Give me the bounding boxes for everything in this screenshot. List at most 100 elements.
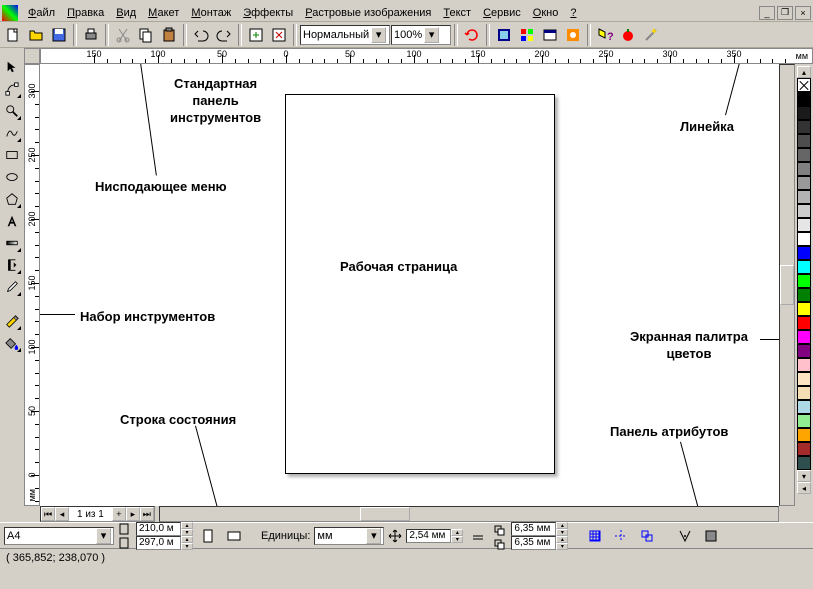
dup-y-input[interactable] — [511, 536, 556, 550]
treat-as-filled-button[interactable] — [700, 525, 722, 547]
palette-flyout-button[interactable]: ◂ — [797, 482, 811, 494]
corel-button[interactable] — [562, 24, 584, 46]
open-button[interactable] — [25, 24, 47, 46]
menu-монтаж[interactable]: Монтаж — [185, 5, 237, 21]
color-swatch[interactable] — [797, 260, 811, 274]
color-swatch[interactable] — [797, 400, 811, 414]
save-button[interactable] — [48, 24, 70, 46]
canvas[interactable]: Стандартная панель инструментов Нисподаю… — [40, 64, 779, 506]
launcher-button[interactable] — [516, 24, 538, 46]
color-swatch[interactable] — [797, 106, 811, 120]
menu-файл[interactable]: Файл — [22, 5, 61, 21]
nudge-set-button[interactable] — [467, 525, 489, 547]
color-swatch[interactable] — [797, 372, 811, 386]
color-swatch[interactable] — [797, 218, 811, 232]
color-swatch[interactable] — [797, 176, 811, 190]
color-swatch[interactable] — [797, 414, 811, 428]
outline-tool[interactable] — [1, 310, 23, 332]
paste-button[interactable] — [158, 24, 180, 46]
vertical-scrollbar[interactable] — [779, 64, 795, 506]
next-page-button[interactable]: ▸ — [126, 507, 140, 521]
menu-окно[interactable]: Окно — [527, 5, 565, 21]
first-page-button[interactable]: ⏮ — [41, 507, 55, 521]
no-color-swatch[interactable] — [797, 78, 811, 92]
freehand-tool[interactable] — [1, 122, 23, 144]
color-swatch[interactable] — [797, 162, 811, 176]
cut-button[interactable] — [112, 24, 134, 46]
horizontal-scrollbar[interactable] — [159, 506, 779, 522]
page-width-input[interactable] — [136, 522, 181, 536]
color-swatch[interactable] — [797, 92, 811, 106]
restore-button[interactable]: ❐ — [777, 6, 793, 20]
view-mode-combo[interactable]: Нормальный▾ — [300, 25, 390, 45]
redo-button[interactable] — [213, 24, 235, 46]
landscape-button[interactable] — [223, 525, 245, 547]
color-swatch[interactable] — [797, 386, 811, 400]
color-swatch[interactable] — [797, 134, 811, 148]
menu-растровые изображения[interactable]: Растровые изображения — [299, 5, 437, 21]
horizontal-ruler[interactable]: мм15010050050100150200250300350 — [40, 48, 813, 64]
export-button[interactable] — [268, 24, 290, 46]
color-swatch[interactable] — [797, 190, 811, 204]
menu-?[interactable]: ? — [564, 5, 582, 21]
copy-button[interactable] — [135, 24, 157, 46]
vertical-ruler[interactable]: мм300250200150100500 — [24, 64, 40, 506]
last-page-button[interactable]: ⏭ — [140, 507, 154, 521]
color-swatch[interactable] — [797, 442, 811, 456]
close-button[interactable]: × — [795, 6, 811, 20]
polygon-tool[interactable] — [1, 188, 23, 210]
color-swatch[interactable] — [797, 358, 811, 372]
color-swatch[interactable] — [797, 232, 811, 246]
color-swatch[interactable] — [797, 302, 811, 316]
color-swatch[interactable] — [797, 428, 811, 442]
help-button[interactable]: ? — [594, 24, 616, 46]
menu-эффекты[interactable]: Эффекты — [237, 5, 299, 21]
snap-guides-button[interactable] — [610, 525, 632, 547]
snap-grid-button[interactable] — [584, 525, 606, 547]
scrollbar-thumb[interactable] — [780, 265, 794, 305]
eyedropper-tool[interactable] — [1, 276, 23, 298]
palette-down-button[interactable]: ▾ — [797, 470, 811, 482]
shape-tool[interactable] — [1, 78, 23, 100]
menu-макет[interactable]: Макет — [142, 5, 185, 21]
page-format-combo[interactable]: A4▾ — [4, 527, 114, 545]
zoom-tool[interactable] — [1, 100, 23, 122]
rectangle-tool[interactable] — [1, 144, 23, 166]
units-combo[interactable]: мм▾ — [314, 527, 384, 545]
color-swatch[interactable] — [797, 274, 811, 288]
color-swatch[interactable] — [797, 344, 811, 358]
color-swatch[interactable] — [797, 316, 811, 330]
pick-tool[interactable] — [1, 56, 23, 78]
text-tool[interactable] — [1, 210, 23, 232]
menu-правка[interactable]: Правка — [61, 5, 110, 21]
fill-tool[interactable] — [1, 332, 23, 354]
new-button[interactable] — [2, 24, 24, 46]
snap-objects-button[interactable] — [636, 525, 658, 547]
dialog-button[interactable] — [539, 24, 561, 46]
ruler-origin[interactable] — [24, 48, 40, 64]
menu-сервис[interactable]: Сервис — [477, 5, 527, 21]
page-height-input[interactable] — [136, 536, 181, 550]
add-page-button[interactable]: + — [112, 507, 126, 521]
color-swatch[interactable] — [797, 330, 811, 344]
color-swatch[interactable] — [797, 456, 811, 470]
color-swatch[interactable] — [797, 148, 811, 162]
script-button[interactable] — [493, 24, 515, 46]
color-swatch[interactable] — [797, 120, 811, 134]
nudge-input[interactable] — [406, 529, 451, 543]
color-swatch[interactable] — [797, 288, 811, 302]
palette-up-button[interactable]: ▴ — [797, 66, 811, 78]
drawing-page[interactable] — [285, 94, 555, 474]
apple-button[interactable] — [617, 24, 639, 46]
zoom-combo[interactable]: 100%▾ — [391, 25, 451, 45]
portrait-button[interactable] — [197, 525, 219, 547]
import-button[interactable] — [245, 24, 267, 46]
options-button[interactable] — [674, 525, 696, 547]
print-button[interactable] — [80, 24, 102, 46]
color-swatch[interactable] — [797, 246, 811, 260]
interactive-fill-tool[interactable] — [1, 232, 23, 254]
menu-вид[interactable]: Вид — [110, 5, 142, 21]
prev-page-button[interactable]: ◂ — [55, 507, 69, 521]
color-swatch[interactable] — [797, 204, 811, 218]
dup-x-input[interactable] — [511, 522, 556, 536]
